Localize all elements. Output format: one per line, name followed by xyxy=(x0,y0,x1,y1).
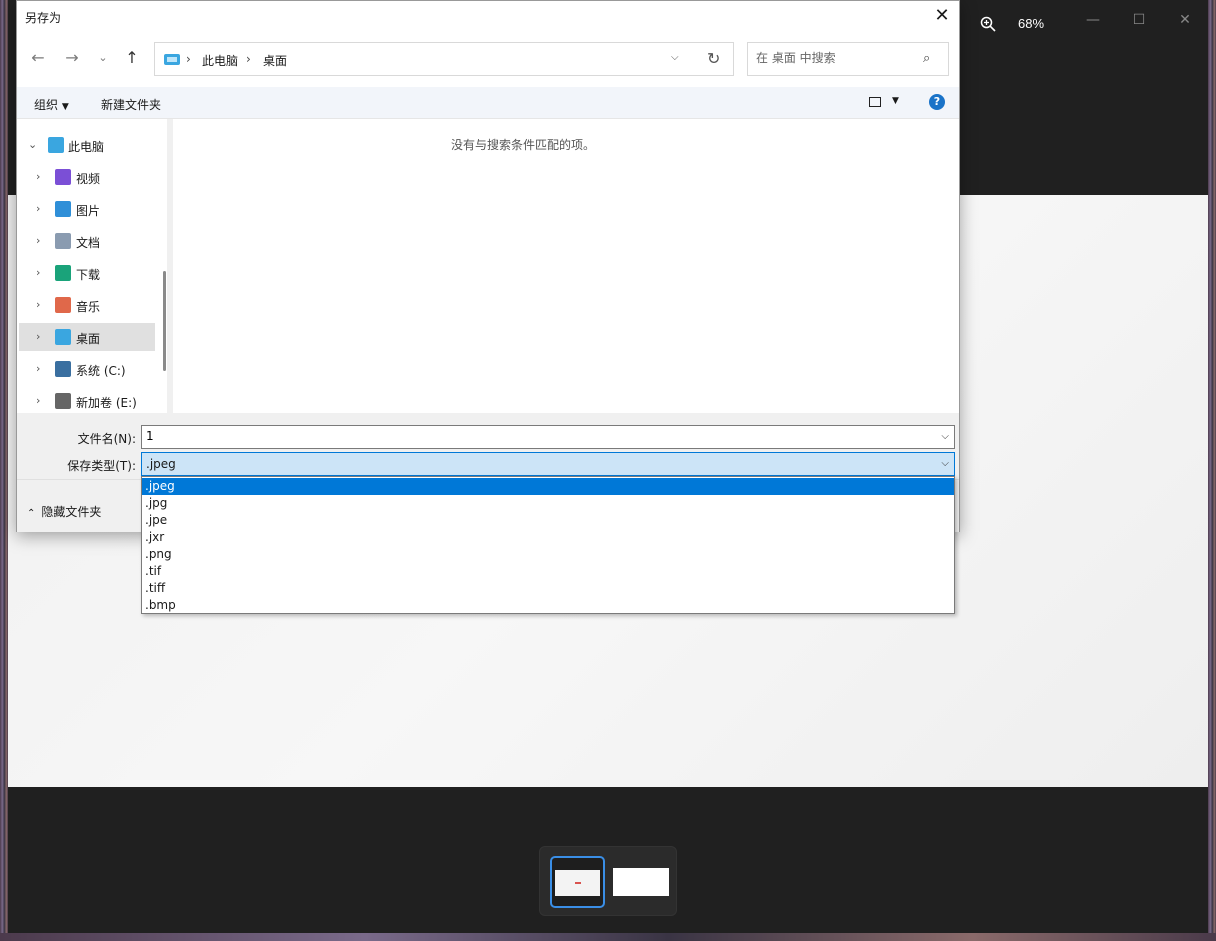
tree-scrollbar[interactable] xyxy=(163,271,166,371)
breadcrumb-separator[interactable]: › xyxy=(246,52,251,66)
tree-item-3[interactable]: › 文档 xyxy=(19,227,155,255)
view-mode-icon[interactable] xyxy=(869,97,881,107)
chevron-right-icon[interactable]: › xyxy=(36,170,40,183)
chevron-right-icon[interactable]: › xyxy=(36,362,40,375)
organize-button[interactable]: 组织 ▼ xyxy=(34,96,69,113)
chevron-up-icon: ⌃ xyxy=(27,508,36,519)
search-icon[interactable]: ⌕ xyxy=(923,51,930,66)
help-icon[interactable]: ? xyxy=(929,94,945,110)
breadcrumb-desktop[interactable]: 桌面 xyxy=(263,52,287,69)
tree-item-8[interactable]: › 新加卷 (E:) xyxy=(19,387,155,415)
tree-item-2[interactable]: › 图片 xyxy=(19,195,155,223)
tree-item-label: 文档 xyxy=(76,236,101,250)
save-type-select[interactable]: .jpeg ⌵ xyxy=(141,452,955,476)
tree-item-label: 系统 (C:) xyxy=(76,364,126,378)
save-type-option[interactable]: .bmp xyxy=(142,597,954,614)
chevron-right-icon[interactable]: › xyxy=(36,298,40,311)
chevron-down-icon[interactable]: ⌄ xyxy=(28,138,37,151)
dialog-title: 另存为 xyxy=(25,11,62,25)
save-type-option[interactable]: .jpe xyxy=(142,512,954,529)
save-type-option[interactable]: .tiff xyxy=(142,580,954,597)
folder-icon xyxy=(55,169,71,185)
tree-item-4[interactable]: › 下载 xyxy=(19,259,155,287)
hide-folders-button[interactable]: ⌃ 隐藏文件夹 xyxy=(27,503,101,520)
thumbnail-2[interactable] xyxy=(613,868,669,896)
forward-button[interactable]: → xyxy=(61,47,83,69)
search-input[interactable] xyxy=(756,51,916,65)
breadcrumb-separator[interactable]: › xyxy=(186,52,191,66)
save-type-option[interactable]: .png xyxy=(142,546,954,563)
command-bar: 组织 ▼ 新建文件夹 ▼ ? xyxy=(17,87,959,119)
up-button[interactable]: ↑ xyxy=(121,47,143,69)
tree-item-5[interactable]: › 音乐 xyxy=(19,291,155,319)
save-type-option[interactable]: .jpg xyxy=(142,495,954,512)
tree-item-0[interactable]: ⌄ 此电脑 xyxy=(19,131,155,159)
recent-locations-button[interactable]: ⌄ xyxy=(92,47,114,69)
tree-item-label: 音乐 xyxy=(76,300,101,314)
view-dropdown-icon[interactable]: ▼ xyxy=(892,96,899,106)
maximize-button[interactable]: ☐ xyxy=(1127,10,1151,30)
file-fields: 文件名(N): ⌵ 保存类型(T): .jpeg ⌵ xyxy=(17,413,959,479)
save-type-option[interactable]: .jpeg xyxy=(142,478,954,495)
thumbnail-1[interactable] xyxy=(550,856,605,908)
folder-icon xyxy=(55,233,71,249)
organize-dropdown-icon: ▼ xyxy=(61,102,69,112)
wallpaper-left xyxy=(0,0,8,941)
tree-item-7[interactable]: › 系统 (C:) xyxy=(19,355,155,383)
wallpaper-bottom xyxy=(0,933,1216,941)
tree-item-label: 桌面 xyxy=(76,332,101,346)
save-type-option[interactable]: .tif xyxy=(142,563,954,580)
new-folder-button[interactable]: 新建文件夹 xyxy=(101,96,161,113)
chevron-right-icon[interactable]: › xyxy=(36,330,40,343)
save-type-dropdown-icon[interactable]: ⌵ xyxy=(941,458,949,469)
tree-item-label: 视频 xyxy=(76,172,101,186)
breadcrumb-this-pc[interactable]: 此电脑 xyxy=(202,52,238,69)
back-button[interactable]: ← xyxy=(27,47,49,69)
minimize-button[interactable]: — xyxy=(1081,10,1105,30)
chevron-right-icon[interactable]: › xyxy=(36,266,40,279)
file-name-dropdown-icon[interactable]: ⌵ xyxy=(941,431,949,442)
organize-label: 组织 xyxy=(34,98,59,112)
tree-item-label: 新加卷 (E:) xyxy=(76,396,137,410)
save-type-label: 保存类型(T): xyxy=(67,459,136,473)
chevron-right-icon[interactable]: › xyxy=(36,202,40,215)
folder-icon xyxy=(55,201,71,217)
filmstrip xyxy=(539,846,677,916)
search-box[interactable]: ⌕ xyxy=(747,42,949,76)
folder-icon xyxy=(55,265,71,281)
this-pc-icon xyxy=(164,54,180,65)
chevron-right-icon[interactable]: › xyxy=(36,234,40,247)
navigation-tree: ⌄ 此电脑 › 视频 › 图片 › 文档 › 下载 › 音乐 › 桌面 › 系统 (C:) › 新加卷 (E:) xyxy=(17,119,167,413)
dialog-close-button[interactable]: ✕ xyxy=(931,5,953,27)
folder-icon xyxy=(55,297,71,313)
tree-item-6[interactable]: › 桌面 xyxy=(19,323,155,351)
chevron-right-icon[interactable]: › xyxy=(36,394,40,407)
empty-message: 没有与搜索条件匹配的项。 xyxy=(450,138,595,152)
file-name-input[interactable] xyxy=(146,429,926,443)
tree-item-label: 下载 xyxy=(76,268,101,282)
file-name-combo[interactable]: ⌵ xyxy=(141,425,955,449)
wallpaper-right xyxy=(1208,0,1216,941)
folder-icon xyxy=(55,361,71,377)
refresh-icon[interactable]: ↻ xyxy=(707,49,720,68)
save-type-value: .jpeg xyxy=(146,457,176,471)
folder-icon xyxy=(48,137,64,153)
address-dropdown-icon[interactable]: ⌵ xyxy=(671,52,679,63)
zoom-in-icon[interactable] xyxy=(980,16,996,32)
tree-item-1[interactable]: › 视频 xyxy=(19,163,155,191)
tree-item-label: 此电脑 xyxy=(68,140,105,154)
hide-folders-label: 隐藏文件夹 xyxy=(41,505,102,519)
close-button[interactable]: ✕ xyxy=(1173,10,1197,30)
save-as-dialog: 另存为 ✕ ← → ⌄ ↑ › 此电脑 › 桌面 ⌵ ↻ ⌕ 组织 ▼ 新建文件… xyxy=(16,0,960,532)
save-type-option[interactable]: .jxr xyxy=(142,529,954,546)
thumbnail-1-preview xyxy=(555,870,600,896)
file-name-label: 文件名(N): xyxy=(77,432,136,446)
zoom-level[interactable]: 68% xyxy=(1018,16,1044,31)
save-type-dropdown-list: .jpeg .jpg .jpe .jxr .png .tif .tiff .bmp xyxy=(141,476,955,614)
file-list[interactable]: 没有与搜索条件匹配的项。 xyxy=(173,119,959,413)
tree-item-label: 图片 xyxy=(76,204,101,218)
folder-icon xyxy=(55,329,71,345)
folder-icon xyxy=(55,393,71,409)
address-bar[interactable]: › 此电脑 › 桌面 ⌵ ↻ xyxy=(154,42,734,76)
